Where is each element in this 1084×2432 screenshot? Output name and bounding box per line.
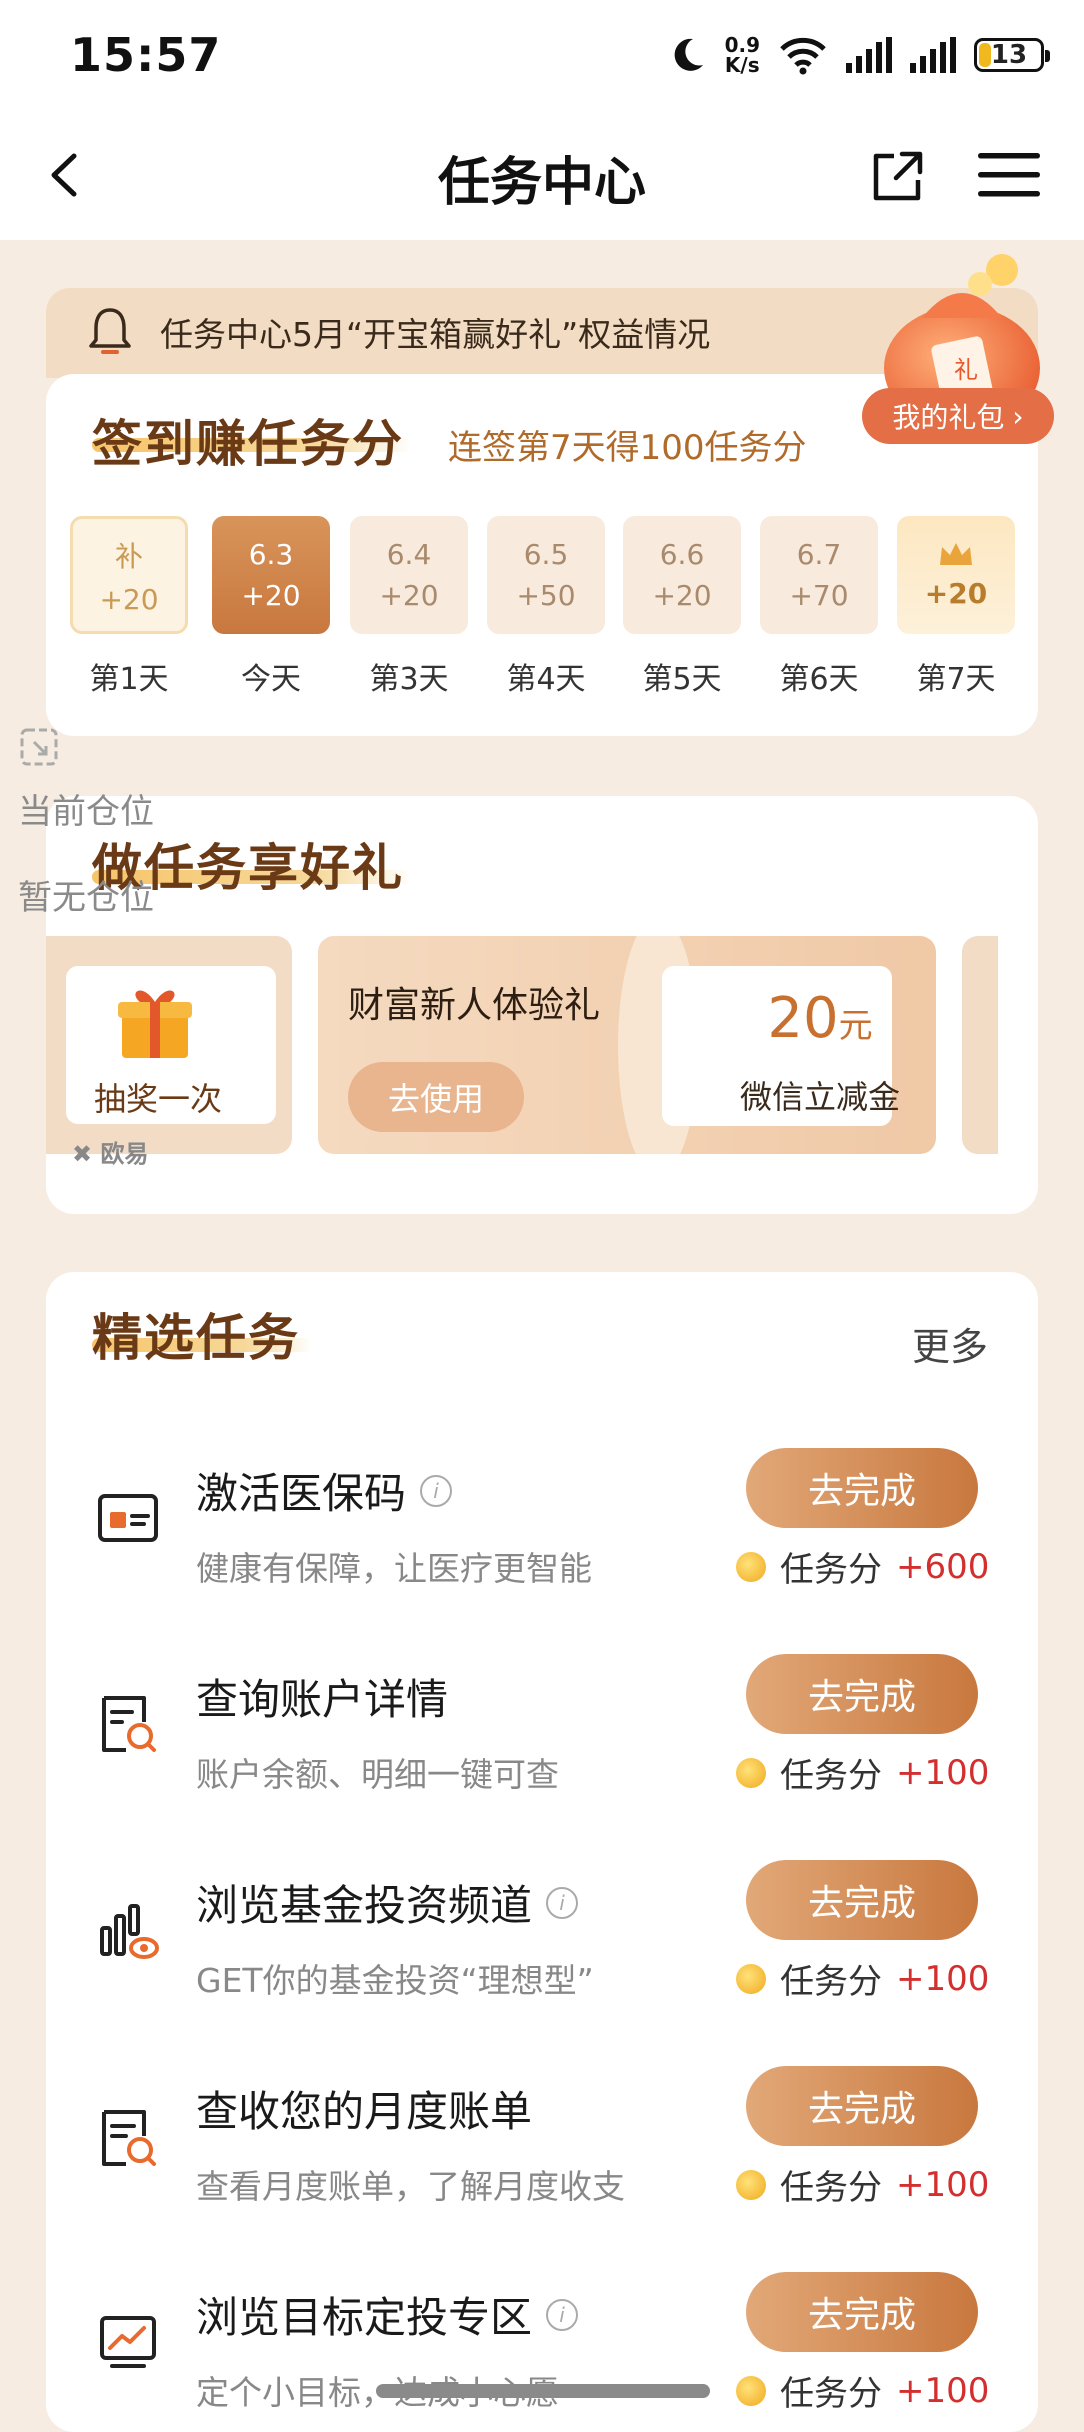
day-label: 今天 — [241, 662, 301, 697]
day-label: 第5天 — [642, 662, 722, 697]
lottery-label: 抽奖一次 — [93, 1080, 222, 1118]
task-name: 浏览目标定投专区 i — [196, 2284, 579, 2345]
more-link[interactable]: 更多 — [912, 1316, 988, 1371]
task-reward: 任务分 +100 — [736, 2160, 989, 2209]
day-label: 第1天 — [89, 662, 169, 697]
day-label: 第6天 — [779, 662, 859, 697]
net-speed: 0.9 K/s — [724, 33, 760, 77]
day-label: 第4天 — [506, 662, 586, 697]
tasks-card — [46, 1272, 1038, 2432]
coupon-desc: 微信立减金 — [739, 1078, 900, 1116]
checkin-day-4: 6.5 +50 — [487, 516, 605, 634]
floating-position-value: 暂无仓位 — [18, 878, 154, 918]
complete-task-button[interactable]: 去完成 — [746, 2066, 978, 2146]
complete-task-button[interactable]: 去完成 — [746, 1654, 978, 1734]
checkin-day-6: 6.7 +70 — [760, 516, 878, 634]
bell-icon — [89, 308, 131, 354]
day-label: 第7天 — [916, 662, 996, 697]
task-name: 浏览基金投资频道 i — [196, 1872, 579, 1933]
checkin-day-1[interactable]: 补 +20 — [70, 516, 188, 634]
coin-icon — [736, 1757, 766, 1788]
okx-badge: ✖ 欧易 — [72, 1140, 149, 1168]
coin-icon — [736, 1963, 766, 1994]
coupon-amount: 20元 — [767, 986, 873, 1051]
account-search-icon — [102, 1696, 156, 1752]
coupon-title: 财富新人体验礼 — [348, 985, 601, 1026]
chevron-right-icon: › — [1012, 399, 1024, 433]
status-time: 15:57 — [70, 28, 222, 82]
next-coupon-peek[interactable] — [962, 936, 998, 1154]
complete-task-button[interactable]: 去完成 — [746, 1448, 978, 1528]
crown-icon — [940, 542, 972, 565]
floating-position-label: 当前仓位 — [18, 792, 154, 832]
complete-task-button[interactable]: 去完成 — [746, 1860, 978, 1940]
complete-task-button[interactable]: 去完成 — [746, 2272, 978, 2352]
task-desc: 健康有保障，让医疗更智能 — [196, 1549, 592, 1588]
use-coupon-button[interactable]: 去使用 — [348, 1062, 524, 1132]
wifi-icon — [780, 37, 826, 75]
my-gift-button[interactable]: 我的礼包 › — [862, 388, 1054, 444]
signal-icon — [846, 37, 892, 73]
fund-chart-icon — [100, 1904, 159, 1959]
task-desc: GET你的基金投资“理想型” — [196, 1961, 594, 2000]
signal-icon-2 — [910, 37, 956, 73]
menu-icon[interactable] — [978, 150, 1040, 200]
bill-search-icon — [102, 2110, 156, 2166]
coin-icon — [736, 2169, 766, 2200]
tasks-title: 精选任务 — [92, 1309, 300, 1367]
info-icon[interactable]: i — [546, 2298, 579, 2331]
coin-icon — [736, 1551, 766, 1582]
status-icons: 0.9 K/s 13 — [667, 30, 1050, 80]
info-icon[interactable]: i — [546, 1886, 579, 1919]
checkin-day-5: 6.6 +20 — [623, 516, 741, 634]
battery-icon: 13 — [974, 38, 1050, 72]
task-reward: 任务分 +100 — [736, 1748, 989, 1797]
checkin-subtitle: 连签第7天得100任务分 — [448, 428, 807, 468]
task-desc: 查看月度账单，了解月度收支 — [196, 2167, 625, 2206]
task-name: 查询账户详情 — [196, 1675, 449, 1724]
day-label: 第3天 — [369, 662, 449, 697]
task-reward: 任务分 +100 — [736, 1954, 989, 2003]
notice-text: 任务中心5月“开宝箱赢好礼”权益情况 — [160, 315, 711, 354]
checkin-title: 签到赚任务分 — [92, 415, 404, 473]
checkin-day-today[interactable]: 6.3 +20 — [212, 516, 330, 634]
task-desc: 账户余额、明细一键可查 — [196, 1755, 559, 1794]
trend-screen-icon — [100, 2316, 156, 2368]
coin-icon — [736, 2375, 766, 2406]
share-icon[interactable] — [868, 148, 926, 206]
svg-text:礼: 礼 — [954, 356, 978, 384]
checkin-day-7: +20 — [897, 516, 1015, 634]
moon-icon — [674, 38, 703, 71]
task-name: 查收您的月度账单 — [196, 2087, 533, 2136]
task-reward: 任务分 +100 — [736, 2366, 989, 2415]
home-indicator[interactable] — [376, 2384, 710, 2398]
okx-logo-icon: ✖ — [72, 1140, 93, 1168]
floating-window-icon[interactable] — [20, 728, 58, 766]
task-reward: 任务分 +600 — [736, 1542, 989, 1591]
task-name: 激活医保码 i — [196, 1460, 453, 1521]
checkin-day-3: 6.4 +20 — [350, 516, 468, 634]
medical-card-icon — [98, 1494, 158, 1542]
info-icon[interactable]: i — [420, 1474, 453, 1507]
gift-box-icon — [118, 990, 192, 1058]
